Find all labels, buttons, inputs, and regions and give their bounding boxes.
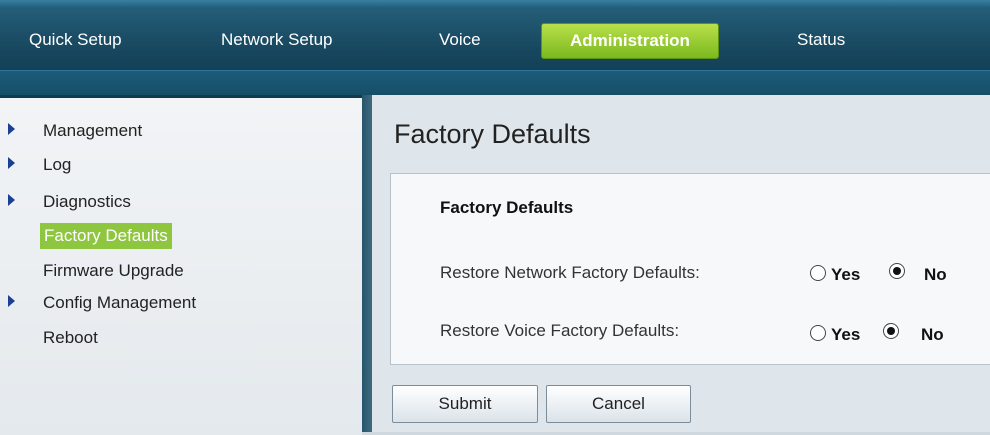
sidebar-divider: [362, 95, 372, 432]
tab-status[interactable]: Status: [797, 28, 845, 52]
sidebar-item-firmware-upgrade[interactable]: Firmware Upgrade: [43, 260, 184, 282]
factory-defaults-panel: Factory Defaults Restore Network Factory…: [390, 173, 990, 365]
expand-arrow-icon[interactable]: [8, 194, 15, 206]
restore-network-yes-radio[interactable]: [810, 265, 826, 281]
restore-voice-yes-label[interactable]: Yes: [831, 325, 860, 345]
expand-arrow-icon[interactable]: [8, 123, 15, 135]
sidebar: Management Log Diagnostics Factory Defau…: [0, 95, 362, 435]
sub-navigation-bar: [0, 70, 990, 96]
expand-arrow-icon[interactable]: [8, 157, 15, 169]
main-content: Factory Defaults Factory Defaults Restor…: [372, 95, 990, 432]
tab-voice[interactable]: Voice: [439, 28, 481, 52]
sidebar-item-config-management[interactable]: Config Management: [43, 292, 196, 314]
submit-button[interactable]: Submit: [392, 385, 538, 423]
restore-network-label: Restore Network Factory Defaults:: [440, 263, 700, 282]
cancel-button[interactable]: Cancel: [546, 385, 691, 423]
restore-network-no-label[interactable]: No: [924, 265, 947, 285]
sidebar-item-management[interactable]: Management: [43, 120, 142, 142]
restore-voice-no-label[interactable]: No: [921, 325, 944, 345]
page-title: Factory Defaults: [394, 119, 591, 149]
expand-arrow-icon[interactable]: [8, 295, 15, 307]
sidebar-item-diagnostics[interactable]: Diagnostics: [43, 191, 131, 213]
sidebar-item-log[interactable]: Log: [43, 154, 71, 176]
tab-network-setup[interactable]: Network Setup: [221, 28, 333, 52]
sidebar-item-reboot[interactable]: Reboot: [43, 327, 98, 349]
tab-administration[interactable]: Administration: [541, 23, 719, 59]
section-title: Factory Defaults: [440, 198, 574, 217]
sidebar-item-factory-defaults[interactable]: Factory Defaults: [40, 223, 172, 249]
restore-voice-label: Restore Voice Factory Defaults:: [440, 321, 680, 340]
restore-voice-yes-radio[interactable]: [810, 325, 826, 341]
restore-network-no-radio[interactable]: [889, 263, 905, 279]
restore-network-yes-label[interactable]: Yes: [831, 265, 860, 285]
restore-voice-no-radio[interactable]: [883, 323, 899, 339]
top-navigation-bar: Quick Setup Network Setup Voice Administ…: [0, 0, 990, 96]
top-stripe: [0, 0, 990, 9]
tab-quick-setup[interactable]: Quick Setup: [29, 28, 122, 52]
